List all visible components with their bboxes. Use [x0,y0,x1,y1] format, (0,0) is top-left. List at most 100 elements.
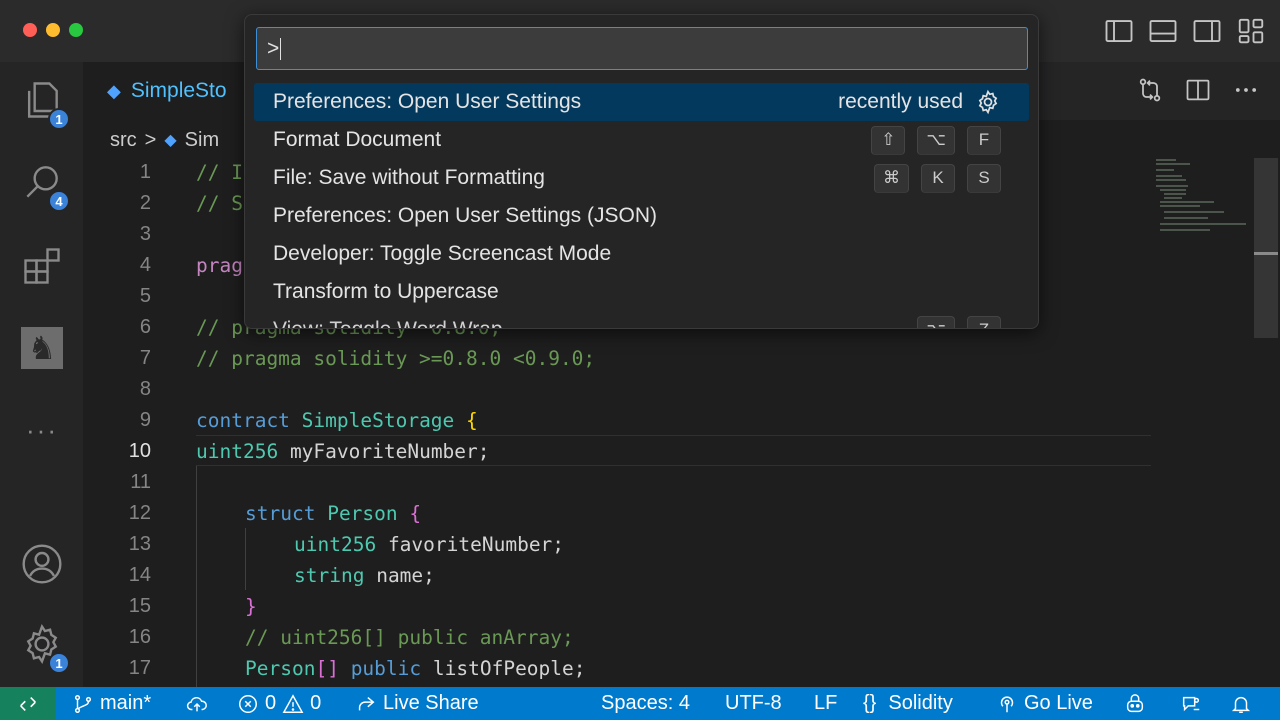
type-token: uint256 [196,440,279,463]
search-button[interactable]: 4 [18,158,70,212]
customize-layout-icon[interactable] [1236,16,1266,46]
line-number: 11 [130,471,151,493]
command-meta: recently used [838,83,1001,121]
branch-name: main* [100,692,152,714]
breadcrumb-folder[interactable]: src [110,129,137,152]
encoding-selector[interactable]: UTF-8 [725,687,782,720]
notifications-button[interactable] [1230,687,1252,720]
feedback-button[interactable] [1180,687,1202,720]
toggle-panel-icon[interactable] [1148,16,1178,46]
command-item[interactable]: View: Toggle Word Wrap ⌥ Z [254,311,1029,328]
keyword-token: public [350,657,422,680]
eol-selector[interactable]: LF [814,687,837,720]
code-line: 8 [83,374,1153,405]
line-number: 2 [139,192,151,214]
code-line: 11 [83,467,1153,498]
close-window-button[interactable] [23,23,37,37]
bell-icon [1231,696,1251,713]
key-letter: S [967,163,1001,193]
search-badge: 4 [48,190,70,212]
tab-simplestorage[interactable]: ◆ SimpleSto [83,62,263,120]
key-letter: K [921,163,955,193]
command-item[interactable]: Transform to Uppercase [254,273,1029,311]
identifier-token: SimpleStorage [301,409,455,432]
toggle-secondary-sidebar-icon[interactable] [1192,16,1222,46]
accounts-button[interactable] [18,540,66,588]
command-input-value: > [267,36,280,60]
problems-indicator[interactable]: 0 0 [237,687,321,720]
command-item[interactable]: Preferences: Open User Settings recently… [254,83,1029,121]
code-line: 9 contract SimpleStorage { [83,405,1153,436]
copilot-button[interactable] [1124,687,1146,720]
settings-badge: 1 [48,652,70,674]
command-item[interactable]: Preferences: Open User Settings (JSON) [254,197,1029,235]
language-selector[interactable]: {} Solidity [863,687,953,720]
identifier-token: listOfPeople; [432,657,586,680]
keybinding: ⌥ Z [917,311,1001,328]
code-line: 14 string name; [83,560,1153,591]
code-line: 15} [83,591,1153,622]
toggle-primary-sidebar-icon[interactable] [1104,16,1134,46]
line-number: 3 [139,223,151,245]
more-actions-icon[interactable] [1232,76,1260,104]
ethereum-icon: ◆ [164,132,177,149]
compare-changes-icon[interactable] [1136,76,1164,104]
encoding-label: UTF-8 [725,692,782,714]
code-line: 16 // uint256[] public anArray; [83,622,1153,653]
line-number: 9 [139,409,151,431]
breadcrumb-separator: > [144,128,157,151]
solidity-extension-button[interactable]: ♞ [18,324,66,372]
indentation-selector[interactable]: Spaces: 4 [601,687,690,720]
code-text: struct Person { [245,502,421,525]
code-line: 10 uint256 myFavoriteNumber; [83,436,1153,467]
command-item[interactable]: Developer: Toggle Screencast Mode [254,235,1029,273]
activity-bar: 1 4 ♞ ··· 1 [0,62,83,687]
live-share-button[interactable]: Live Share [355,687,479,720]
breadcrumb-file[interactable]: Sim [185,129,219,152]
code-text: string name; [294,564,435,587]
type-token: Person [245,657,316,680]
breadcrumb: src > ◆ Sim [110,125,219,155]
feedback-icon [1182,696,1200,711]
split-editor-icon[interactable] [1184,76,1212,104]
key-shift: ⇧ [871,125,906,155]
sync-button[interactable] [186,687,208,720]
zoom-window-button[interactable] [69,23,83,37]
more-views-button[interactable]: ··· [18,406,66,454]
cloud-upload-icon [186,696,207,711]
line-number: 4 [139,254,151,276]
line-number: 15 [128,595,151,617]
type-token: uint256 [294,533,377,556]
bracket-token: { [466,409,478,432]
line-number: 8 [139,378,151,400]
account-icon [22,544,62,584]
command-label: Format Document [273,128,442,151]
manage-button[interactable]: 1 [18,620,70,674]
command-item[interactable]: Format Document ⇧ ⌥ F [254,121,1029,159]
command-palette-input[interactable]: > [256,27,1028,70]
command-label: View: Toggle Word Wrap [273,318,503,328]
code-line: 12 struct Person { [83,498,1153,529]
status-bar: main* 0 0 Live Share Spaces: 4 UTF-8 LF … [0,687,1280,720]
gear-icon[interactable] [975,89,1001,115]
minimize-window-button[interactable] [46,23,60,37]
error-count: 0 [265,692,277,714]
language-label: Solidity [888,692,953,714]
error-icon [239,694,257,713]
branch-indicator[interactable]: main* [72,687,151,720]
git-branch-icon [74,694,92,713]
key-command: ⌘ [874,163,909,193]
command-item[interactable]: File: Save without Formatting ⌘ K S [254,159,1029,197]
command-palette: > Preferences: Open User Settings recent… [244,14,1039,329]
code-text: // pragma solidity >=0.8.0 <0.9.0; [196,347,596,370]
explorer-button[interactable]: 1 [18,76,70,130]
code-line: 7 // pragma solidity >=0.8.0 <0.9.0; [83,343,1153,374]
minimap[interactable] [1150,155,1250,245]
keyword-token: contract [196,409,290,432]
go-live-button[interactable]: Go Live [996,687,1093,720]
remote-indicator[interactable] [0,687,56,720]
vertical-scrollbar[interactable] [1254,158,1278,338]
code-text: // uint256[] public anArray; [245,626,574,649]
code-text: // I [196,161,243,184]
extensions-button[interactable] [18,242,66,290]
